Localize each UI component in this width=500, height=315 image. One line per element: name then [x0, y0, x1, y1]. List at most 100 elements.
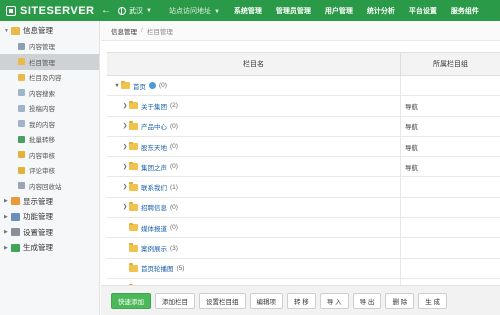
channel-name-cell: 首页轮播图 (5) [107, 258, 401, 278]
table-header: 栏目名 所属栏目组 [107, 53, 500, 76]
breadcrumb: 信息管理 / 栏目管理 [101, 21, 500, 41]
recycle-icon [18, 182, 25, 190]
top-nav-item[interactable]: 站点访问地址 ▼ [162, 6, 227, 16]
chevron-right-icon: ▶ [4, 229, 8, 236]
chevron-down-icon: ▼ [146, 7, 152, 14]
channel-link[interactable]: 招聘信息 [141, 202, 167, 212]
chevron-down-icon[interactable]: ▼ [113, 83, 121, 89]
content-count: (5) [176, 264, 185, 272]
shield-icon [18, 166, 25, 174]
channel-group-cell [401, 238, 500, 257]
top-nav-item[interactable]: 管理员管理 [269, 6, 318, 16]
column-header-name[interactable]: 栏目名 [107, 53, 401, 75]
sidebar-item[interactable]: ▶ 设置管理 [0, 225, 99, 241]
site-selector[interactable]: 武汉 ▼ [118, 6, 152, 16]
folder-icon [129, 182, 138, 191]
sidebar-item-label: 批量转移 [29, 137, 55, 145]
sidebar-item[interactable]: 投稿内容 [0, 101, 99, 117]
column-header-group[interactable]: 所属栏目组 [401, 53, 500, 75]
chevron-right-icon[interactable]: ❯ [121, 144, 129, 150]
generate-icon [11, 243, 20, 252]
top-nav-item[interactable]: 统计分析 [360, 6, 402, 16]
folder-icon [129, 202, 138, 211]
set-channel-group-button[interactable]: 设置栏目组 [199, 292, 246, 309]
folder-icon [121, 80, 130, 90]
sidebar-item[interactable]: 内容搜索 [0, 85, 99, 101]
arrow-left-icon[interactable]: ← [100, 5, 112, 16]
search-icon [18, 89, 25, 97]
sidebar-item[interactable]: 评论审核 [0, 163, 99, 179]
folder-icon [129, 263, 138, 272]
top-nav-item[interactable]: 系统管理 [227, 6, 269, 16]
channel-link[interactable]: 首页 [133, 81, 146, 91]
import-button[interactable]: 导 入 [319, 292, 349, 309]
channel-link[interactable]: 联系我们 [141, 182, 167, 192]
sidebar-item-label: 我的内容 [29, 121, 55, 129]
channel-link[interactable]: 集团之声 [141, 162, 167, 172]
sidebar-item-label: 内容回收站 [29, 183, 62, 191]
quick-add-button[interactable]: 快速添加 [111, 292, 151, 309]
edit-items-button[interactable]: 编辑项 [249, 292, 283, 309]
search-icon [18, 104, 25, 112]
sidebar-item[interactable]: 内容管理 [0, 39, 99, 55]
sidebar-item-label: 内容搜索 [29, 90, 55, 98]
sidebar-item[interactable]: ▶ 显示管理 [0, 194, 99, 210]
sidebar-item-label: 设置管理 [23, 227, 53, 237]
chevron-right-icon[interactable]: ❯ [121, 103, 129, 109]
chevron-down-icon: ▼ [213, 8, 220, 15]
channel-link[interactable]: 案例展示 [141, 243, 167, 253]
chevron-right-icon[interactable]: ❯ [121, 164, 129, 170]
channel-group-cell [401, 76, 500, 95]
channel-link[interactable]: 首页轮播图 [141, 263, 174, 273]
top-nav-item[interactable]: 服务组件 [444, 6, 486, 16]
sidebar-item[interactable]: ▼ 信息管理 [0, 23, 99, 39]
table-row: 案例展示 (3) [107, 238, 500, 259]
sidebar-item-label: 内容管理 [29, 44, 55, 52]
content-count: (0) [159, 82, 167, 90]
add-channel-button[interactable]: 添加栏目 [155, 292, 195, 309]
channel-link[interactable]: 股东天地 [141, 142, 167, 152]
sidebar-item[interactable]: 栏目管理 [0, 54, 99, 70]
chevron-right-icon[interactable]: ❯ [121, 123, 129, 129]
folder-icon [18, 58, 25, 66]
table-row: ❯ 产品中心 (0) 导航 [107, 116, 500, 137]
channel-group-cell: 导航 [405, 144, 418, 152]
top-nav-item[interactable]: 平台设置 [402, 6, 444, 16]
channel-name-cell: ❯ 产品中心 (0) [107, 116, 401, 136]
sidebar-item-label: 功能管理 [23, 212, 53, 222]
export-button[interactable]: 导 出 [352, 292, 382, 309]
top-bar: SITESERVER ← 武汉 ▼ 站点访问地址 ▼ 系统管理 管理员管理 用户管理 统计… [0, 0, 500, 21]
top-nav-label: 管理员管理 [275, 7, 311, 15]
sidebar-item[interactable]: 内容审核 [0, 147, 99, 163]
channel-link[interactable]: 关于集团 [141, 101, 167, 111]
shield-icon [18, 151, 25, 159]
content-count: (0) [170, 224, 178, 232]
channel-link[interactable]: 媒体报道 [141, 223, 167, 233]
sidebar-item[interactable]: 栏目及内容 [0, 70, 99, 86]
delete-button[interactable]: 删 除 [385, 292, 415, 309]
transfer-button[interactable]: 转 移 [287, 292, 316, 309]
channel-group-cell: 导航 [405, 164, 418, 172]
sidebar-item[interactable]: 我的内容 [0, 116, 99, 132]
chevron-right-icon: ▶ [4, 244, 8, 251]
channel-group-cell [401, 218, 500, 237]
wrench-icon [11, 212, 20, 221]
breadcrumb-root[interactable]: 信息管理 [111, 26, 137, 36]
channel-name-cell: ❯ 集团之声 (0) [107, 157, 401, 177]
sidebar-item-label: 投稿内容 [29, 106, 55, 114]
sidebar-item[interactable]: 批量转移 [0, 132, 99, 148]
brand-logo[interactable]: SITESERVER [0, 0, 100, 21]
chevron-right-icon[interactable]: ❯ [121, 204, 129, 210]
top-nav-label: 用户管理 [324, 7, 353, 15]
sidebar-item[interactable]: ▶ 功能管理 [0, 209, 99, 225]
sidebar-item-label: 评论审核 [29, 168, 55, 176]
top-nav-item[interactable]: 用户管理 [318, 6, 360, 16]
sidebar-item[interactable]: ▶ 生成管理 [0, 240, 99, 256]
channel-link[interactable]: 产品中心 [141, 121, 167, 131]
generate-button[interactable]: 生 成 [418, 292, 448, 309]
top-nav: 站点访问地址 ▼ 系统管理 管理员管理 用户管理 统计分析 平台设置 服务组件 [162, 6, 486, 16]
folder-icon [129, 161, 138, 171]
sidebar-item[interactable]: 内容回收站 [0, 178, 99, 194]
chevron-right-icon[interactable]: ❯ [121, 184, 129, 190]
channel-table: 栏目名 所属栏目组 ▼ 首页 (0) ❯ 关于集团 (2) 导航 ❯ 产品中心 (0) 导航 ❯ 股东天… [107, 52, 500, 300]
